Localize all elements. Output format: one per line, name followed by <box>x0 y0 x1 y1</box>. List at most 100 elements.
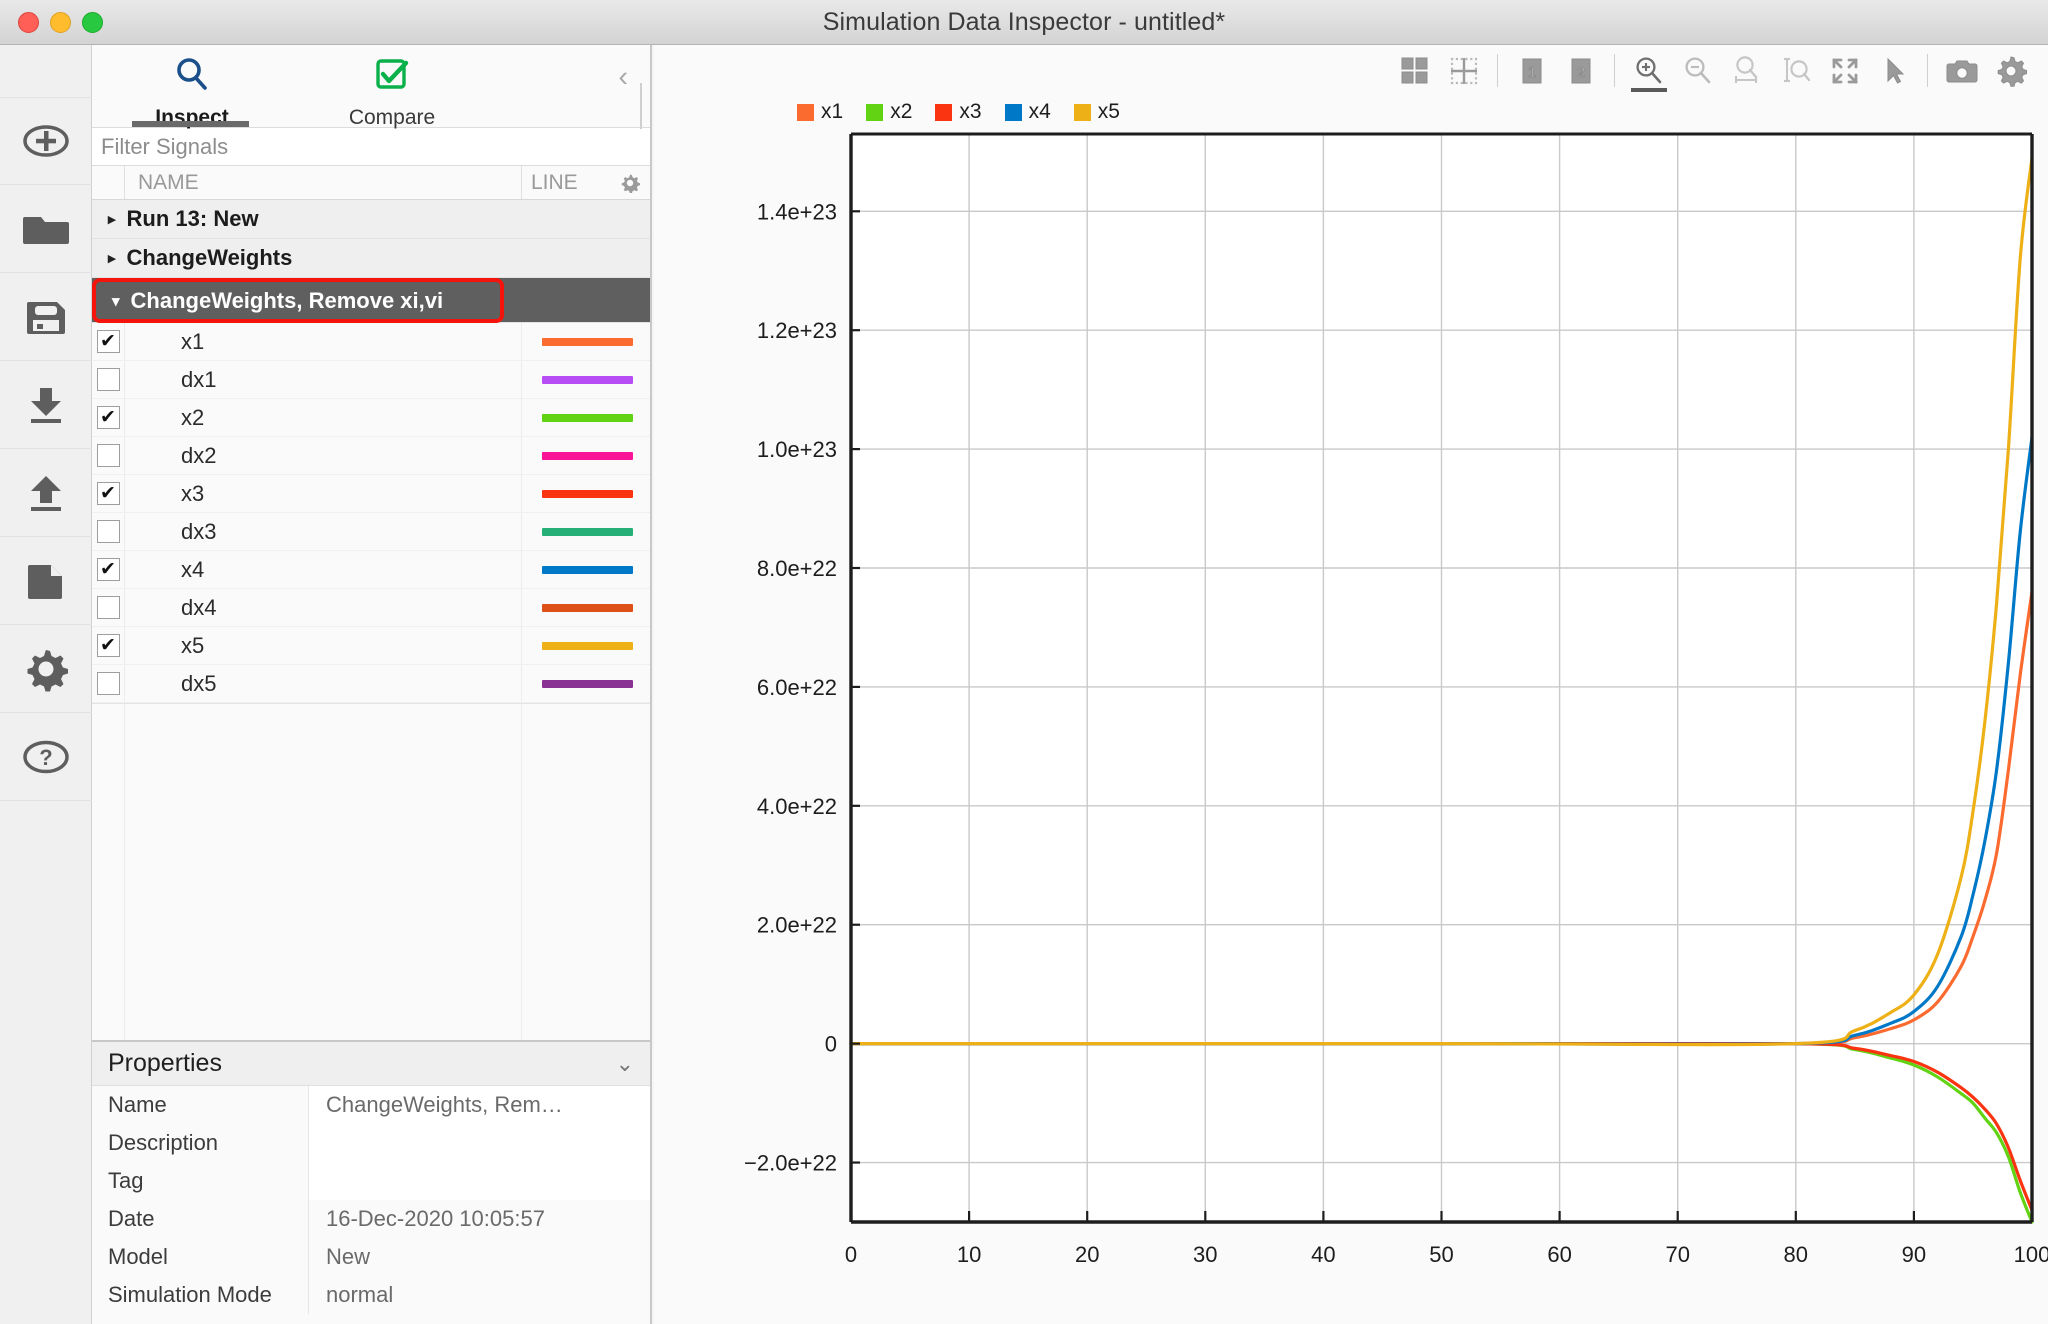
tab-compare[interactable]: Compare <box>292 45 492 129</box>
signal-row-dx4[interactable]: dx4 <box>92 589 650 627</box>
zoom-y-icon[interactable] <box>1771 48 1820 93</box>
layout-grid-icon[interactable] <box>1390 48 1439 93</box>
plot-wrapper[interactable]: −2.0e+22 0 2.0e+22 4.0e+22 6.0e+22 8.0e+22 1.0… <box>654 128 2048 1313</box>
signal-line-cell-dx5[interactable] <box>522 679 650 688</box>
help-icon[interactable]: ? <box>0 713 92 801</box>
signal-checkbox-x1[interactable]: ✔ <box>96 330 120 353</box>
tab-inspect[interactable]: Inspect <box>92 45 292 129</box>
signal-line-cell-x4[interactable] <box>522 565 650 574</box>
collapse-arrow-icon[interactable]: ▾ <box>112 292 120 310</box>
signal-row-dx2[interactable]: dx2 <box>92 437 650 475</box>
signal-line-cell-x1[interactable] <box>522 337 650 346</box>
signal-row-x3[interactable]: ✔ x3 <box>92 475 650 513</box>
signal-line-cell-x5[interactable] <box>522 641 650 650</box>
signal-checkbox-x2[interactable]: ✔ <box>96 406 120 429</box>
pointer-icon[interactable] <box>1869 48 1918 93</box>
line-swatch-x3[interactable] <box>542 489 633 498</box>
chevron-down-icon[interactable]: ⌄ <box>616 1051 634 1077</box>
signal-panel: Inspect Compare ‹ NAME LINE <box>92 45 652 1324</box>
properties-header[interactable]: Properties ⌄ <box>92 1042 650 1086</box>
signal-checkbox-x4[interactable]: ✔ <box>96 558 120 581</box>
expand-arrow-icon[interactable]: ▸ <box>108 210 116 228</box>
signal-checkbox-x3[interactable]: ✔ <box>96 482 120 505</box>
signal-checkbox-dx1[interactable] <box>96 368 120 391</box>
signal-line-cell-x3[interactable] <box>522 489 650 498</box>
property-value-description[interactable] <box>309 1124 650 1162</box>
legend-item-x4[interactable]: x4 <box>1004 100 1051 124</box>
tree-group-changeweights-remove[interactable]: ▾ ChangeWeights, Remove xi,vi <box>92 278 504 323</box>
fit-to-view-icon[interactable] <box>1820 48 1869 93</box>
line-swatch-x5[interactable] <box>542 641 633 650</box>
line-swatch-x4[interactable] <box>542 565 633 574</box>
export-icon[interactable] <box>0 449 92 537</box>
property-key-date: Date <box>92 1200 309 1238</box>
signal-checkbox-cell[interactable]: ✔ <box>92 627 125 664</box>
import-icon[interactable] <box>0 361 92 449</box>
signal-checkbox-cell[interactable] <box>92 513 125 550</box>
line-swatch-x1[interactable] <box>542 337 633 346</box>
signal-checkbox-cell[interactable]: ✔ <box>92 399 125 436</box>
signal-row-x2[interactable]: ✔ x2 <box>92 399 650 437</box>
signal-row-dx3[interactable]: dx3 <box>92 513 650 551</box>
tree-group-run13[interactable]: ▸ Run 13: New <box>92 200 650 239</box>
tree-group-changeweights[interactable]: ▸ ChangeWeights <box>92 239 650 278</box>
zoom-out-icon[interactable] <box>1673 48 1722 93</box>
tree-group-run13-label: Run 13: New <box>126 206 259 231</box>
legend-item-x3[interactable]: x3 <box>935 100 982 124</box>
add-icon[interactable] <box>0 97 92 185</box>
property-value-tag[interactable] <box>309 1162 650 1200</box>
cursor-1-icon[interactable]: 1 <box>1507 48 1556 93</box>
report-icon[interactable] <box>0 537 92 625</box>
signal-row-x5[interactable]: ✔ x5 <box>92 627 650 665</box>
signal-line-cell-dx3[interactable] <box>522 527 650 536</box>
property-row-name: Name ChangeWeights, Rem… <box>92 1086 650 1124</box>
legend-item-x1[interactable]: x1 <box>797 100 843 124</box>
line-swatch-dx3[interactable] <box>542 527 633 536</box>
signal-checkbox-cell[interactable]: ✔ <box>92 551 125 588</box>
signal-checkbox-cell[interactable]: ✔ <box>92 475 125 512</box>
property-value-name[interactable]: ChangeWeights, Rem… <box>309 1086 650 1124</box>
signal-checkbox-dx3[interactable] <box>96 520 120 543</box>
signal-checkbox-cell[interactable] <box>92 665 125 702</box>
plot-svg[interactable]: −2.0e+22 0 2.0e+22 4.0e+22 6.0e+22 8.0e+22 1.0… <box>654 128 2048 1313</box>
filter-signals-input[interactable] <box>101 133 650 160</box>
column-header-line[interactable]: LINE <box>522 166 650 199</box>
signal-checkbox-cell[interactable] <box>92 437 125 474</box>
expand-arrow-icon[interactable]: ▸ <box>108 249 116 267</box>
signal-checkbox-dx2[interactable] <box>96 444 120 467</box>
signal-row-x1[interactable]: ✔ x1 <box>92 323 650 361</box>
signal-row-x4[interactable]: ✔ x4 <box>92 551 650 589</box>
legend-item-x2[interactable]: x2 <box>866 100 912 124</box>
signal-line-cell-x2[interactable] <box>522 413 650 422</box>
signal-checkbox-x5[interactable]: ✔ <box>96 634 120 657</box>
signal-row-dx5[interactable]: dx5 <box>92 665 650 703</box>
cursor-2-icon[interactable]: 2 <box>1556 48 1605 93</box>
folder-open-icon[interactable] <box>0 185 92 273</box>
signal-line-cell-dx4[interactable] <box>522 603 650 612</box>
zoom-in-icon[interactable] <box>1624 48 1673 93</box>
legend-item-x5[interactable]: x5 <box>1073 100 1120 124</box>
save-icon[interactable] <box>0 273 92 361</box>
zoom-x-icon[interactable] <box>1722 48 1771 93</box>
snapshot-icon[interactable] <box>1937 48 1986 93</box>
settings-gear-icon[interactable] <box>1986 48 2035 93</box>
sparse-grid-icon[interactable] <box>1439 48 1488 93</box>
signal-checkbox-dx4[interactable] <box>96 596 120 619</box>
gear-icon[interactable] <box>0 625 92 713</box>
line-swatch-x2[interactable] <box>542 413 633 422</box>
signal-row-dx1[interactable]: dx1 <box>92 361 650 399</box>
column-settings-gear-icon[interactable] <box>620 173 640 199</box>
signal-line-cell-dx2[interactable] <box>522 451 650 460</box>
signal-checkbox-cell[interactable] <box>92 589 125 626</box>
line-swatch-dx2[interactable] <box>542 451 633 460</box>
collapse-panel-icon[interactable]: ‹ <box>618 61 628 94</box>
column-header-name[interactable]: NAME <box>125 166 522 199</box>
signal-checkbox-cell[interactable] <box>92 361 125 398</box>
line-swatch-dx5[interactable] <box>542 679 633 688</box>
signal-line-cell-dx1[interactable] <box>522 375 650 384</box>
line-swatch-dx1[interactable] <box>542 375 633 384</box>
signal-checkbox-dx5[interactable] <box>96 672 120 695</box>
signal-checkbox-cell[interactable]: ✔ <box>92 323 125 360</box>
legend-color-x2 <box>866 103 884 121</box>
line-swatch-dx4[interactable] <box>542 603 633 612</box>
